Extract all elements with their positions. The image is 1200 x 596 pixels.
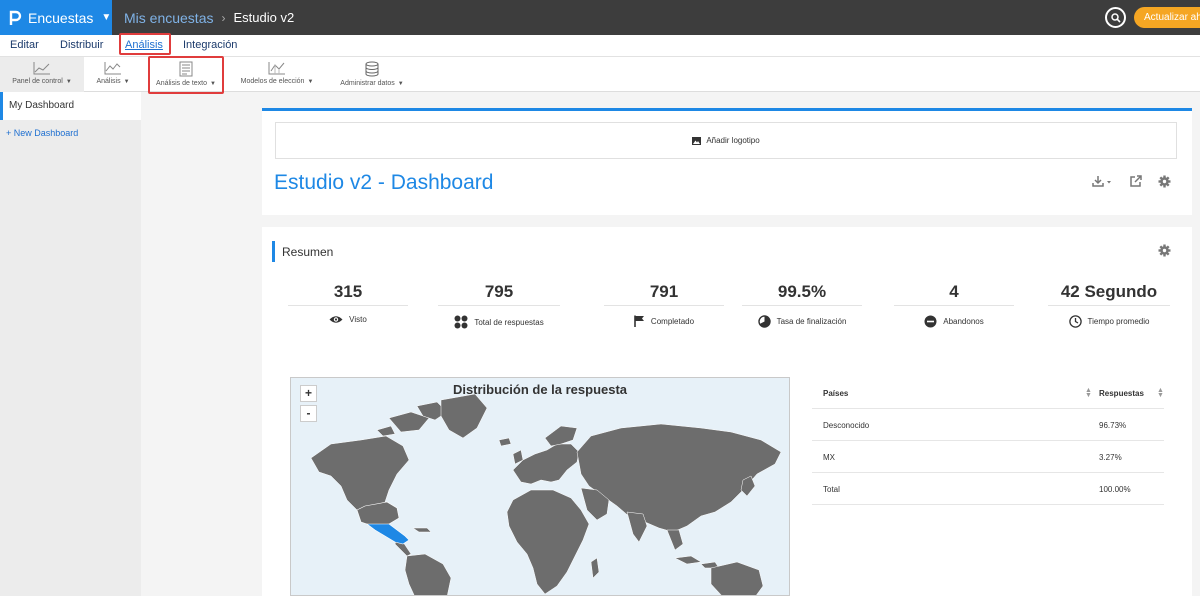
stat-value: 791	[604, 282, 724, 306]
add-logo-button[interactable]: Añadir logotipo	[275, 122, 1177, 159]
stat-average-time: 42 Segundo Tiempo promedio	[1048, 282, 1170, 328]
app-logo-icon	[9, 10, 22, 25]
stat-value: 42 Segundo	[1048, 282, 1170, 306]
stat-total-responses: 795 Total de respuestas	[438, 282, 560, 329]
stat-value: 315	[288, 282, 408, 306]
tool-analysis[interactable]: Análisis ▼	[90, 57, 136, 92]
tool-manage-data[interactable]: Administrar datos ▼	[334, 57, 410, 92]
menu-integration[interactable]: Integración	[183, 39, 237, 51]
sidebar-item-my-dashboard[interactable]: My Dashboard	[0, 92, 141, 120]
share-icon[interactable]	[1130, 175, 1142, 187]
gear-icon[interactable]	[1158, 244, 1171, 257]
highlight-analysis-tab	[119, 33, 171, 55]
table-cell-country: Total	[823, 485, 840, 494]
section-accent-bar	[272, 241, 275, 262]
table-row: Total 100.00%	[812, 473, 1164, 505]
stat-value: 4	[894, 282, 1014, 306]
summary-card: Resumen 315 Visto 795 Total de respuesta…	[262, 227, 1192, 596]
zoom-in-button[interactable]: +	[300, 385, 317, 402]
stat-completion-rate: 99.5% Tasa de finalización	[742, 282, 862, 328]
stat-dropouts: 4 Abandonos	[894, 282, 1014, 328]
menu-distribute[interactable]: Distribuir	[60, 39, 103, 51]
database-icon	[365, 61, 379, 77]
stat-completed: 791 Completado	[604, 282, 724, 327]
upgrade-button[interactable]: Actualizar ahora	[1134, 7, 1200, 28]
main-menu: Editar Distribuir Análisis Integración	[0, 35, 1200, 57]
stat-label: Abandonos	[943, 317, 984, 326]
breadcrumb-my-surveys[interactable]: Mis encuestas	[124, 10, 213, 26]
stat-value: 795	[438, 282, 560, 306]
minus-circle-icon	[924, 315, 937, 328]
tool-analysis-label: Análisis	[96, 78, 121, 85]
tool-dashboard[interactable]: Panel de control ▼	[0, 57, 84, 92]
eye-icon	[329, 316, 343, 323]
map-title: Distribución de la respuesta	[452, 382, 628, 397]
table-cell-country: MX	[823, 453, 835, 462]
tool-choice-models[interactable]: Modelos de elección ▼	[236, 57, 318, 92]
top-bar: Encuestas ▼ Mis encuestas › Estudio v2 A…	[0, 0, 1200, 35]
breadcrumb: Mis encuestas › Estudio v2	[124, 0, 294, 35]
tool-choice-models-label: Modelos de elección	[240, 78, 305, 85]
clock-icon	[1068, 315, 1082, 328]
line-chart-icon	[33, 62, 50, 75]
chevron-down-icon: ▼	[123, 79, 130, 85]
menu-edit[interactable]: Editar	[10, 39, 39, 51]
country-responses-table: Países ▲ ▼ Respuestas ▲ ▼ Desconocido 96.7…	[812, 377, 1164, 505]
dashboard-sidebar: My Dashboard + New Dashboard	[0, 92, 141, 596]
response-map[interactable]: Distribución de la respuesta + -	[290, 377, 790, 596]
column-header-responses[interactable]: Respuestas	[1099, 389, 1144, 398]
app-label: Encuestas	[28, 9, 94, 26]
table-header-row: Países ▲ ▼ Respuestas ▲ ▼	[812, 377, 1164, 409]
stat-label: Completado	[650, 316, 695, 326]
chevron-down-icon: ▼	[65, 79, 72, 85]
table-row: Desconocido 96.73%	[812, 409, 1164, 441]
dashboard-title: Estudio v2 - Dashboard	[274, 171, 494, 194]
tool-manage-data-label: Administrar datos	[340, 80, 395, 87]
image-icon	[692, 136, 702, 145]
table-cell-percent: 100.00%	[1099, 485, 1131, 494]
highlight-text-analysis	[148, 56, 224, 94]
grid-dots-icon	[454, 315, 468, 329]
breadcrumb-study: Estudio v2	[233, 10, 295, 25]
bar-chart-icon	[268, 62, 285, 75]
mexico-region[interactable]	[366, 523, 410, 545]
stat-value: 99.5%	[742, 282, 862, 306]
flag-icon	[634, 315, 644, 327]
stat-label: Tasa de finalización	[776, 317, 847, 326]
column-header-countries[interactable]: Países	[823, 389, 848, 398]
table-cell-percent: 3.27%	[1099, 453, 1122, 462]
app-switcher[interactable]: Encuestas ▼	[0, 0, 112, 35]
world-map	[310, 393, 782, 595]
stat-label: Tiempo promedio	[1087, 317, 1150, 326]
sort-icon[interactable]: ▲ ▼	[1157, 387, 1164, 399]
new-dashboard-link[interactable]: + New Dashboard	[6, 128, 78, 138]
chevron-down-icon: ▼	[101, 12, 112, 23]
table-cell-country: Desconocido	[823, 421, 870, 430]
stat-label: Total de respuestas	[474, 317, 544, 327]
tool-dashboard-label: Panel de control	[12, 78, 63, 85]
add-logo-label: Añadir logotipo	[706, 136, 760, 145]
chevron-down-icon: ▼	[397, 81, 404, 87]
trend-chart-icon	[104, 62, 121, 75]
dashboard-header-card: Añadir logotipo Estudio v2 - Dashboard	[262, 108, 1192, 215]
chevron-right-icon: ›	[221, 10, 226, 25]
chevron-down-icon: ▼	[307, 79, 314, 85]
summary-title: Resumen	[282, 245, 334, 259]
zoom-out-button[interactable]: -	[300, 405, 317, 422]
search-button[interactable]	[1105, 7, 1126, 28]
sort-icon[interactable]: ▲ ▼	[1085, 387, 1092, 399]
search-icon	[1110, 12, 1121, 23]
gear-icon[interactable]	[1158, 175, 1171, 188]
stat-viewed: 315 Visto	[288, 282, 408, 324]
table-row: MX 3.27%	[812, 441, 1164, 473]
pie-icon	[757, 315, 771, 328]
download-icon[interactable]	[1092, 175, 1114, 187]
stat-label: Visto	[349, 315, 367, 324]
table-cell-percent: 96.73%	[1099, 421, 1127, 430]
